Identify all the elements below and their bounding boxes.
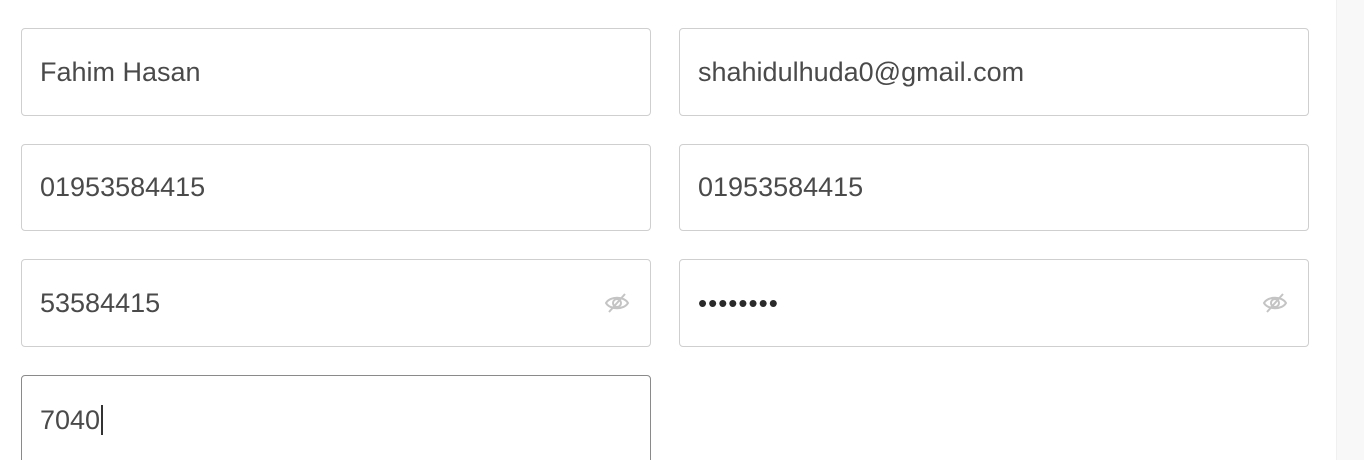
eye-slash-icon[interactable]: [1262, 291, 1288, 315]
text-caret: [101, 405, 104, 435]
code-field[interactable]: 7040: [21, 375, 651, 460]
email-field[interactable]: shahidulhuda0@gmail.com: [679, 28, 1309, 116]
name-field[interactable]: Fahim Hasan: [21, 28, 651, 116]
scrollbar-track[interactable]: [1336, 0, 1364, 460]
phone-value: 01953584415: [40, 172, 206, 202]
password-confirm-field[interactable]: ••••••••: [679, 259, 1309, 347]
registration-form: Fahim Hasan shahidulhuda0@gmail.com 0195…: [0, 0, 1364, 460]
phone-confirm-field[interactable]: 01953584415: [679, 144, 1309, 231]
password-field[interactable]: 53584415: [21, 259, 651, 347]
email-value: shahidulhuda0@gmail.com: [698, 56, 1025, 87]
code-value: 7040: [40, 404, 101, 435]
password-value: 53584415: [40, 287, 161, 318]
eye-slash-icon[interactable]: [604, 291, 630, 315]
phone-confirm-value: 01953584415: [698, 172, 864, 202]
phone-field[interactable]: 01953584415: [21, 144, 651, 231]
password-confirm-value: ••••••••: [698, 287, 779, 318]
name-value: Fahim Hasan: [40, 56, 201, 87]
